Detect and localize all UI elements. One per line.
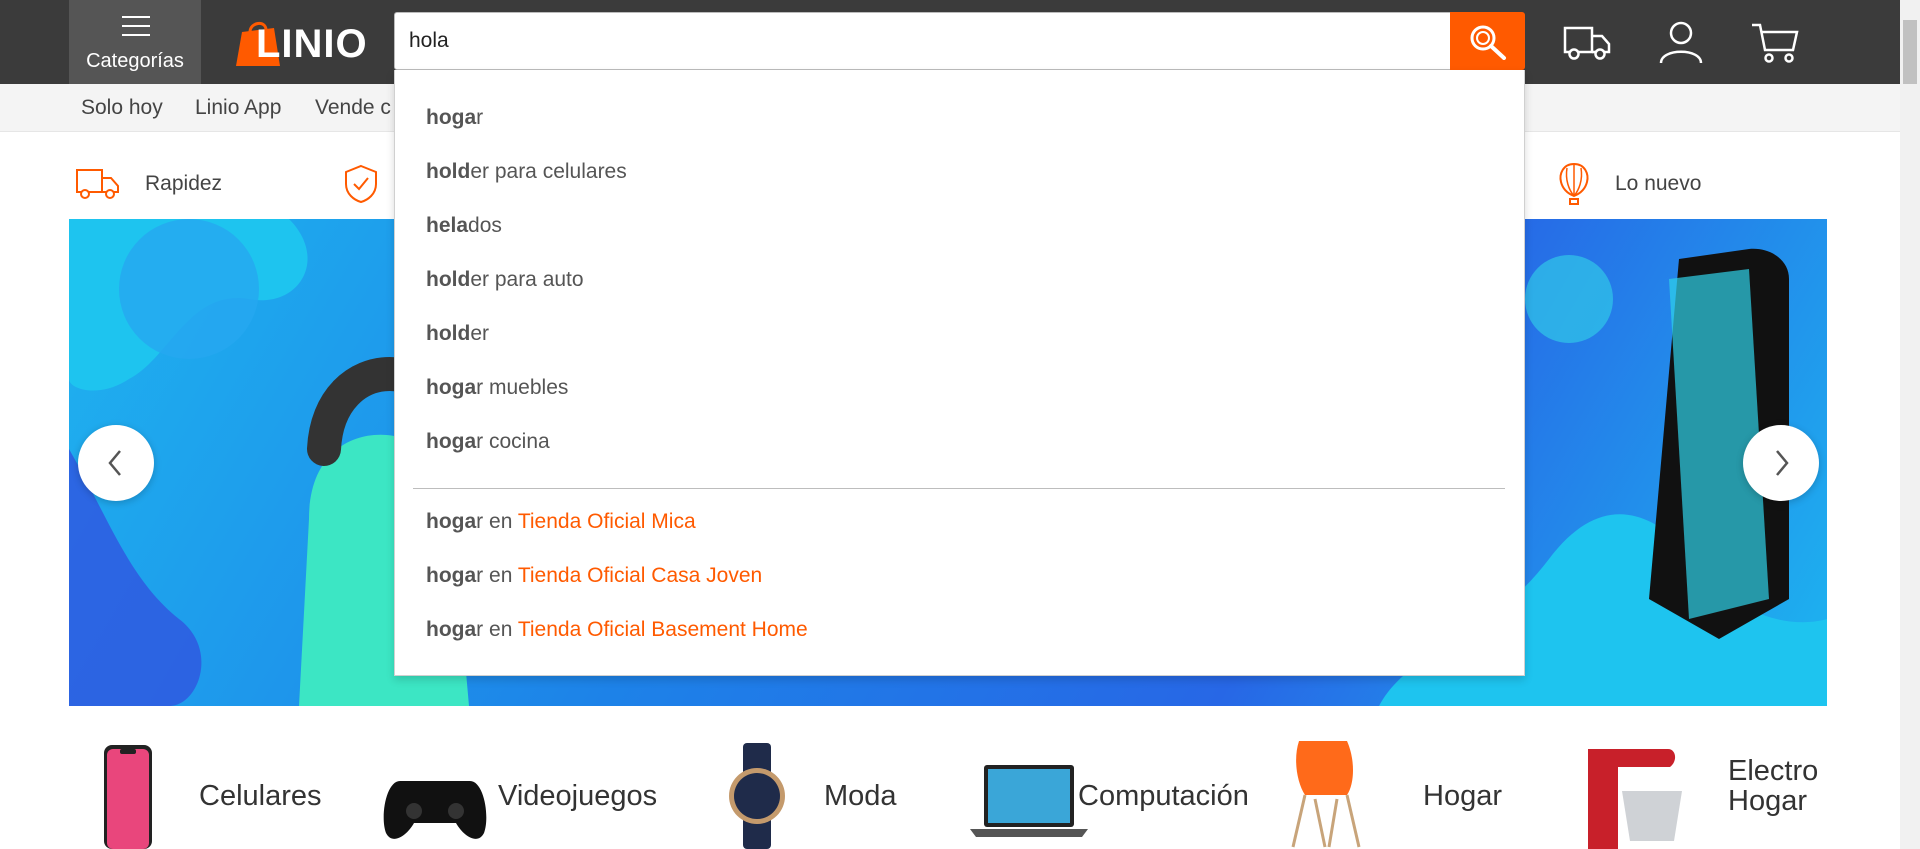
user-account-icon[interactable] — [1656, 20, 1706, 64]
store-suggestion-item[interactable]: hogar en Tienda Oficial Mica — [426, 510, 696, 534]
nav-linio-app[interactable]: Linio App — [195, 96, 281, 120]
benefit-rapidez[interactable]: Rapidez — [75, 160, 222, 208]
logo-text: LINIO — [256, 22, 368, 66]
suggestion-item[interactable]: holder para auto — [426, 268, 584, 292]
category-label-line1: Electro — [1728, 755, 1819, 787]
suggestion-item[interactable]: hogar — [426, 106, 483, 130]
category-moda[interactable]: Moda — [720, 735, 900, 849]
suggestion-item[interactable]: hogar cocina — [426, 430, 550, 454]
chevron-right-icon — [1776, 450, 1789, 476]
linio-logo[interactable]: LINIO — [232, 12, 372, 68]
suggestion-item[interactable]: helados — [426, 214, 502, 238]
suggestion-item[interactable]: hogar muebles — [426, 376, 568, 400]
phone-icon — [104, 745, 152, 849]
benefit-lo-nuevo[interactable]: Lo nuevo — [1557, 160, 1701, 208]
store-suggestion-item[interactable]: hogar en Tienda Oficial Casa Joven — [426, 564, 762, 588]
category-label: Videojuegos — [498, 780, 658, 812]
page-scrollbar[interactable] — [1900, 0, 1920, 849]
category-label: Celulares — [199, 780, 322, 812]
shield-check-icon — [345, 164, 377, 204]
category-electro-hogar[interactable]: Electro Hogar — [1578, 735, 1818, 849]
suggestion-item[interactable]: holder para celulares — [426, 160, 627, 184]
suggestion-item[interactable]: holder — [426, 322, 489, 346]
laptop-icon — [970, 765, 1088, 837]
balloon-icon — [1559, 162, 1589, 205]
truck-icon — [76, 169, 119, 199]
search-input[interactable] — [409, 13, 1429, 69]
nav-solo-hoy[interactable]: Solo hoy — [81, 96, 163, 120]
chair-icon — [1291, 741, 1361, 848]
chevron-left-icon — [108, 450, 121, 476]
hamburger-icon — [122, 16, 150, 36]
shopping-cart-icon[interactable] — [1750, 20, 1800, 64]
categories-menu-button[interactable]: Categorías — [69, 0, 201, 84]
search-suggestions-dropdown: hogar holder para celulares helados hold… — [394, 70, 1525, 676]
category-computacion[interactable]: Computación — [970, 735, 1249, 849]
search-button[interactable] — [1450, 12, 1525, 70]
delivery-truck-icon[interactable] — [1562, 20, 1612, 64]
nav-vende[interactable]: Vende c — [315, 96, 391, 120]
scrollbar-thumb[interactable] — [1903, 20, 1917, 84]
search-box — [394, 12, 1450, 70]
category-hogar[interactable]: Hogar — [1285, 735, 1525, 849]
suggestions-divider — [413, 488, 1505, 489]
search-icon — [1470, 25, 1506, 60]
category-label: Computación — [1078, 780, 1249, 812]
carousel-prev-button[interactable] — [78, 425, 154, 501]
carousel-next-button[interactable] — [1743, 425, 1819, 501]
category-celulares[interactable]: Celulares — [95, 735, 325, 849]
category-videojuegos[interactable]: Videojuegos — [380, 735, 657, 849]
store-suggestion-item[interactable]: hogar en Tienda Oficial Basement Home — [426, 618, 808, 642]
gamepad-icon — [383, 781, 487, 839]
categories-label: Categorías — [86, 50, 184, 72]
category-label-line2: Hogar — [1728, 785, 1807, 817]
benefit-label: Lo nuevo — [1615, 172, 1702, 195]
mixer-icon — [1588, 749, 1682, 849]
watch-icon — [729, 743, 785, 849]
category-label: Moda — [824, 780, 897, 812]
category-label: Hogar — [1423, 780, 1502, 812]
benefit-label: Rapidez — [145, 172, 223, 195]
